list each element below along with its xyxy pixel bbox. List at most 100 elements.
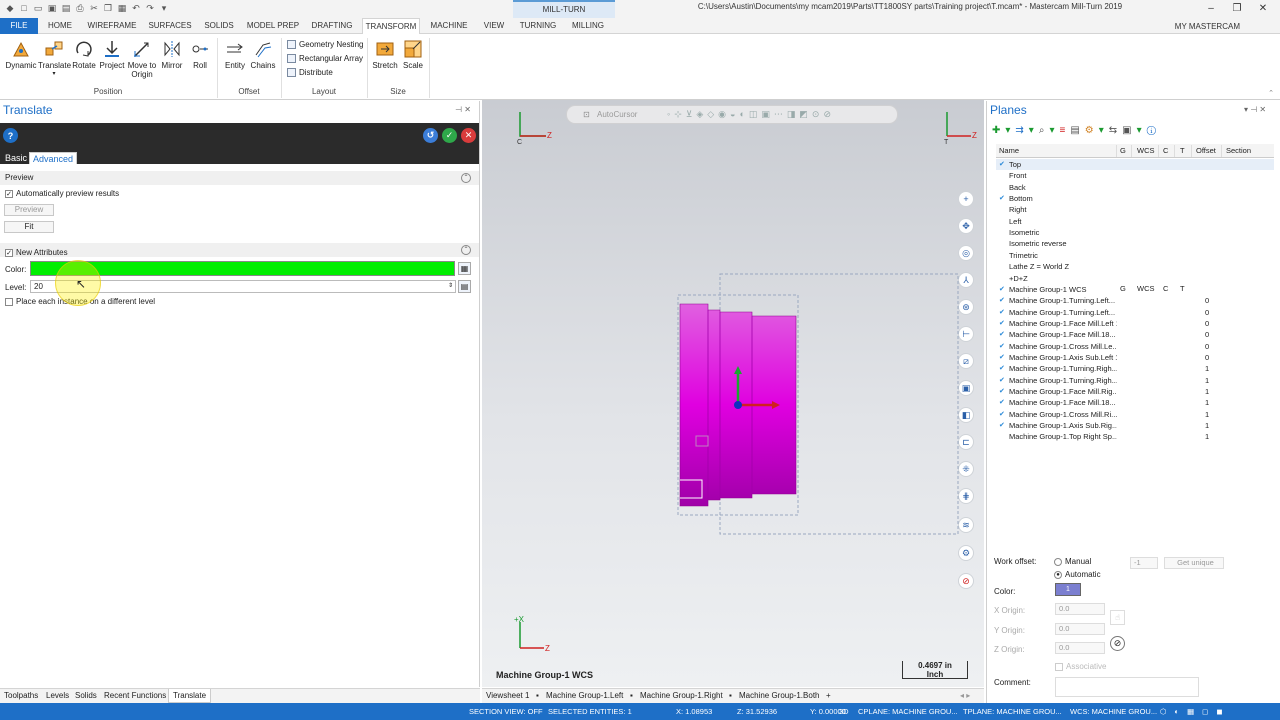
move-to-origin-button[interactable]: Move to Origin — [126, 39, 158, 79]
table-row[interactable]: +D+Z — [996, 273, 1274, 284]
table-row[interactable]: ✔ Machine Group-1.Axis Sub.Left 1 0 — [996, 352, 1274, 363]
tab-basic[interactable]: Basic — [2, 152, 30, 164]
tab-mg-left[interactable]: Machine Group-1.Left — [546, 691, 623, 700]
collapse-icon[interactable]: ⌃ — [461, 173, 471, 183]
stretch-button[interactable]: Stretch — [370, 39, 400, 70]
table-row[interactable]: Back — [996, 182, 1274, 193]
tab-mg-both[interactable]: Machine Group-1.Both — [739, 691, 820, 700]
entity-button[interactable]: Entity — [222, 39, 248, 70]
add-viewsheet-button[interactable]: + — [826, 691, 831, 700]
level-select-icon[interactable]: ▤ — [458, 280, 471, 293]
status-icons[interactable]: ⬡◐▦◻◼ — [1160, 707, 1231, 716]
new-file-icon[interactable]: □ — [18, 2, 30, 14]
tab-recent-functions[interactable]: Recent Functions — [104, 691, 166, 700]
associative-checkbox[interactable]: Associative — [1055, 662, 1106, 671]
table-row[interactable]: Isometric — [996, 227, 1274, 238]
redo-icon[interactable]: ↷ — [144, 2, 156, 14]
fit-view-icon[interactable]: ✥ — [958, 218, 974, 234]
paste-icon[interactable]: ▦ — [116, 2, 128, 14]
table-row[interactable]: ✔ Machine Group-1.Cross Mill.Le... 0 — [996, 341, 1274, 352]
plane-color-swatch[interactable]: 1 — [1055, 583, 1081, 596]
tab-machine[interactable]: MACHINE — [426, 18, 472, 34]
cplane-status[interactable]: CPLANE: MACHINE GROU... — [858, 707, 958, 716]
tab-solids-manager[interactable]: Solids — [75, 691, 97, 700]
table-row[interactable]: Right — [996, 204, 1274, 215]
minimize-icon[interactable]: – — [1198, 0, 1224, 16]
geometry-nesting-button[interactable]: Geometry Nesting — [287, 40, 363, 49]
customize-qat-icon[interactable]: ▾ — [158, 2, 170, 14]
table-row[interactable]: ✔ Machine Group-1.Face Mill.18... 0 — [996, 329, 1274, 340]
copy-icon[interactable]: ❐ — [102, 2, 114, 14]
project-button[interactable]: Project — [98, 39, 126, 70]
table-row[interactable]: ✔ Machine Group-1.Turning.Left... 0 — [996, 307, 1274, 318]
my-mastercam-link[interactable]: MY MASTERCAM — [1175, 22, 1240, 31]
col-name[interactable]: Name — [999, 145, 1117, 157]
planes-toolbar[interactable]: ✚▾⇉▾⌕▾≡▤⚙▾⇆▣▾ⓘ — [992, 125, 1161, 136]
preview-button[interactable]: Preview — [4, 204, 54, 216]
save-icon[interactable]: ▣ — [46, 2, 58, 14]
tab-surfaces[interactable]: SURFACES — [146, 18, 194, 34]
app-icon[interactable]: ◆ — [4, 2, 16, 14]
col-offset[interactable]: Offset — [1196, 145, 1222, 157]
select-origin-icon[interactable]: ☝ — [1110, 610, 1125, 625]
tab-transform[interactable]: TRANSFORM — [362, 18, 420, 35]
tab-viewsheet-1[interactable]: Viewsheet 1 — [486, 691, 529, 700]
distribute-button[interactable]: Distribute — [287, 68, 333, 77]
table-row[interactable]: ✔ Machine Group-1.Turning.Left... 0 — [996, 295, 1274, 306]
spinner-icon[interactable]: ⇕ — [448, 281, 453, 292]
rotate-button[interactable]: Rotate — [70, 39, 98, 70]
automatic-radio[interactable]: ● Automatic — [1054, 570, 1101, 579]
ok-icon[interactable]: ✓ — [442, 128, 457, 143]
tab-levels[interactable]: Levels — [46, 691, 69, 700]
table-row[interactable]: ✔ Machine Group-1 WCS — [996, 284, 1274, 295]
z-origin-input[interactable]: 0.0 — [1055, 642, 1105, 654]
table-row[interactable]: Front — [996, 170, 1274, 181]
table-row[interactable]: ✔ Machine Group-1.Axis Sub.Rig... 1 — [996, 420, 1274, 431]
table-row[interactable]: ✔ Machine Group-1.Face Mill.Left 1 0 — [996, 318, 1274, 329]
mirror-button[interactable]: Mirror — [158, 39, 186, 70]
tab-advanced[interactable]: Advanced — [29, 152, 78, 164]
scroll-arrows-icon[interactable]: ◂ ▸ — [960, 691, 970, 700]
dynamic-button[interactable]: Dynamic — [4, 39, 38, 70]
table-row[interactable]: ✔ Bottom — [996, 193, 1274, 204]
tab-file[interactable]: FILE — [0, 18, 38, 34]
table-row[interactable]: ✔ Top — [996, 159, 1274, 171]
pin-icon[interactable]: ⊣ ✕ — [455, 105, 471, 114]
ok-and-create-new-icon[interactable]: ↺ — [423, 128, 438, 143]
close-icon[interactable]: ✕ — [1250, 0, 1276, 16]
scale-button[interactable]: Scale — [400, 39, 426, 70]
table-row[interactable]: ✔ Machine Group-1.Turning.Righ... 1 — [996, 375, 1274, 386]
tab-solids[interactable]: SOLIDS — [200, 18, 238, 34]
tab-wireframe[interactable]: WIREFRAME — [84, 18, 140, 34]
open-folder-icon[interactable]: ▭ — [32, 2, 44, 14]
dropdown-arrow-icon[interactable]: ▾ — [38, 70, 70, 79]
col-g[interactable]: G — [1120, 145, 1132, 157]
help-icon[interactable]: ? — [3, 128, 18, 143]
table-row[interactable]: ✔ Machine Group-1.Turning.Righ... 1 — [996, 363, 1274, 374]
preview-section-header[interactable]: Preview ⌃ — [0, 171, 479, 185]
collapse-icon[interactable]: ⌃ — [461, 245, 471, 255]
reset-origin-icon[interactable]: ⊘ — [1110, 636, 1125, 651]
table-row[interactable]: Trimetric — [996, 250, 1274, 261]
selection-filter-icons[interactable]: ◦⊹⊻◈◇◉◒◐◫▣⋯◨◩⊙⊘ — [667, 109, 835, 120]
col-wcs[interactable]: WCS — [1137, 145, 1159, 157]
manual-radio[interactable]: Manual — [1054, 557, 1091, 566]
y-origin-input[interactable]: 0.0 — [1055, 623, 1105, 635]
tab-view[interactable]: VIEW — [478, 18, 510, 34]
rotate-view-icon[interactable]: ◎ — [958, 245, 974, 261]
roll-button[interactable]: Roll — [186, 39, 214, 70]
tplane-status[interactable]: TPLANE: MACHINE GROU... — [963, 707, 1062, 716]
table-row[interactable]: ✔ Machine Group-1.Face Mill.Rig... 1 — [996, 386, 1274, 397]
autocursor-label[interactable]: AutoCursor — [597, 110, 637, 119]
part-model[interactable] — [672, 270, 962, 540]
translate-button[interactable]: Translate ▾ — [38, 39, 71, 79]
tab-toolpaths[interactable]: Toolpaths — [4, 691, 38, 700]
fit-button[interactable]: Fit — [4, 221, 54, 233]
lock-icon[interactable]: ⊡ — [583, 110, 590, 119]
col-section[interactable]: Section — [1226, 145, 1256, 157]
tab-mg-right[interactable]: Machine Group-1.Right — [640, 691, 723, 700]
restore-icon[interactable]: ❐ — [1224, 0, 1250, 16]
comment-input[interactable] — [1055, 677, 1199, 697]
collapse-ribbon-icon[interactable]: ⌃ — [1268, 89, 1274, 97]
settings-icon[interactable]: ⚙ — [958, 545, 974, 561]
